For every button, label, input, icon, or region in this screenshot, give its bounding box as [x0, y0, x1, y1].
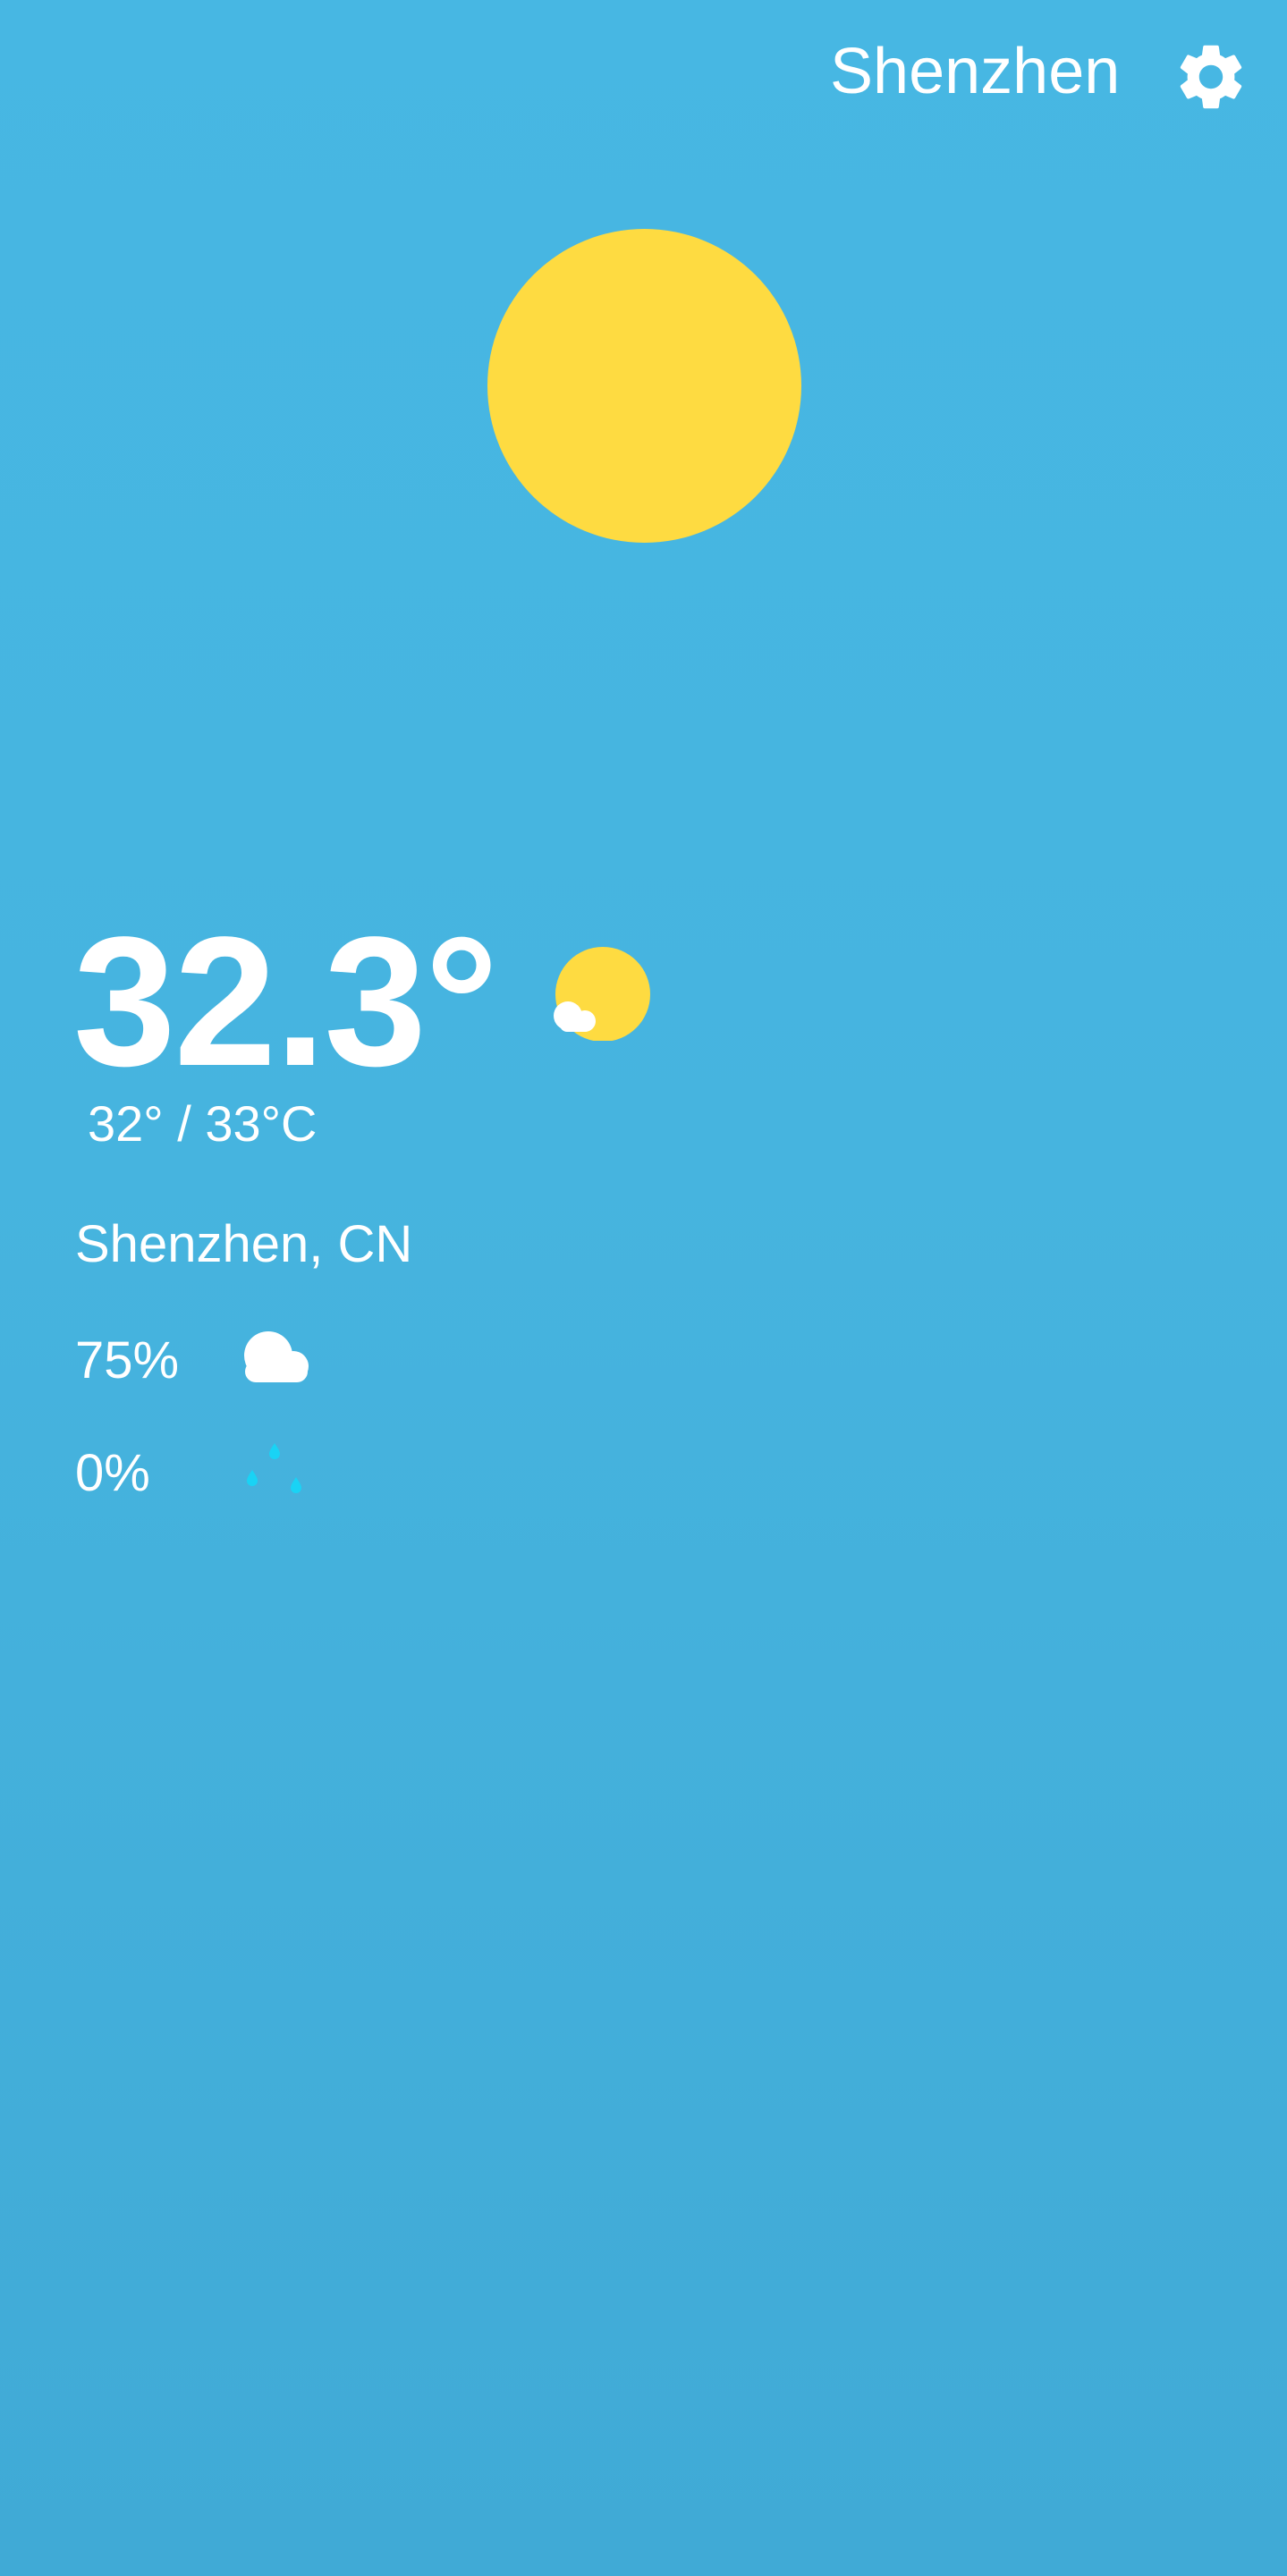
precipitation-row: 0% [75, 1438, 433, 1509]
gear-icon [1180, 45, 1242, 109]
weather-screen: Shenzhen 32.3° 32° / 33°C Shenzhen, CN 7… [0, 0, 1287, 2576]
temperature-range: 32° / 33°C [88, 1095, 318, 1152]
cloudiness-value: 75% [75, 1331, 180, 1389]
sun-with-cloud-icon [547, 942, 655, 1041]
settings-button[interactable] [1172, 38, 1250, 116]
cloudiness-row: 75% [75, 1325, 433, 1397]
header-city-title: Shenzhen [830, 36, 1121, 107]
cloud-icon [241, 1325, 322, 1397]
precipitation-value: 0% [75, 1444, 150, 1502]
raindrops-icon [241, 1438, 322, 1509]
current-temperature: 32.3° [73, 899, 498, 1104]
location-label: Shenzhen, CN [75, 1215, 413, 1273]
hero-sun-icon [487, 229, 801, 543]
